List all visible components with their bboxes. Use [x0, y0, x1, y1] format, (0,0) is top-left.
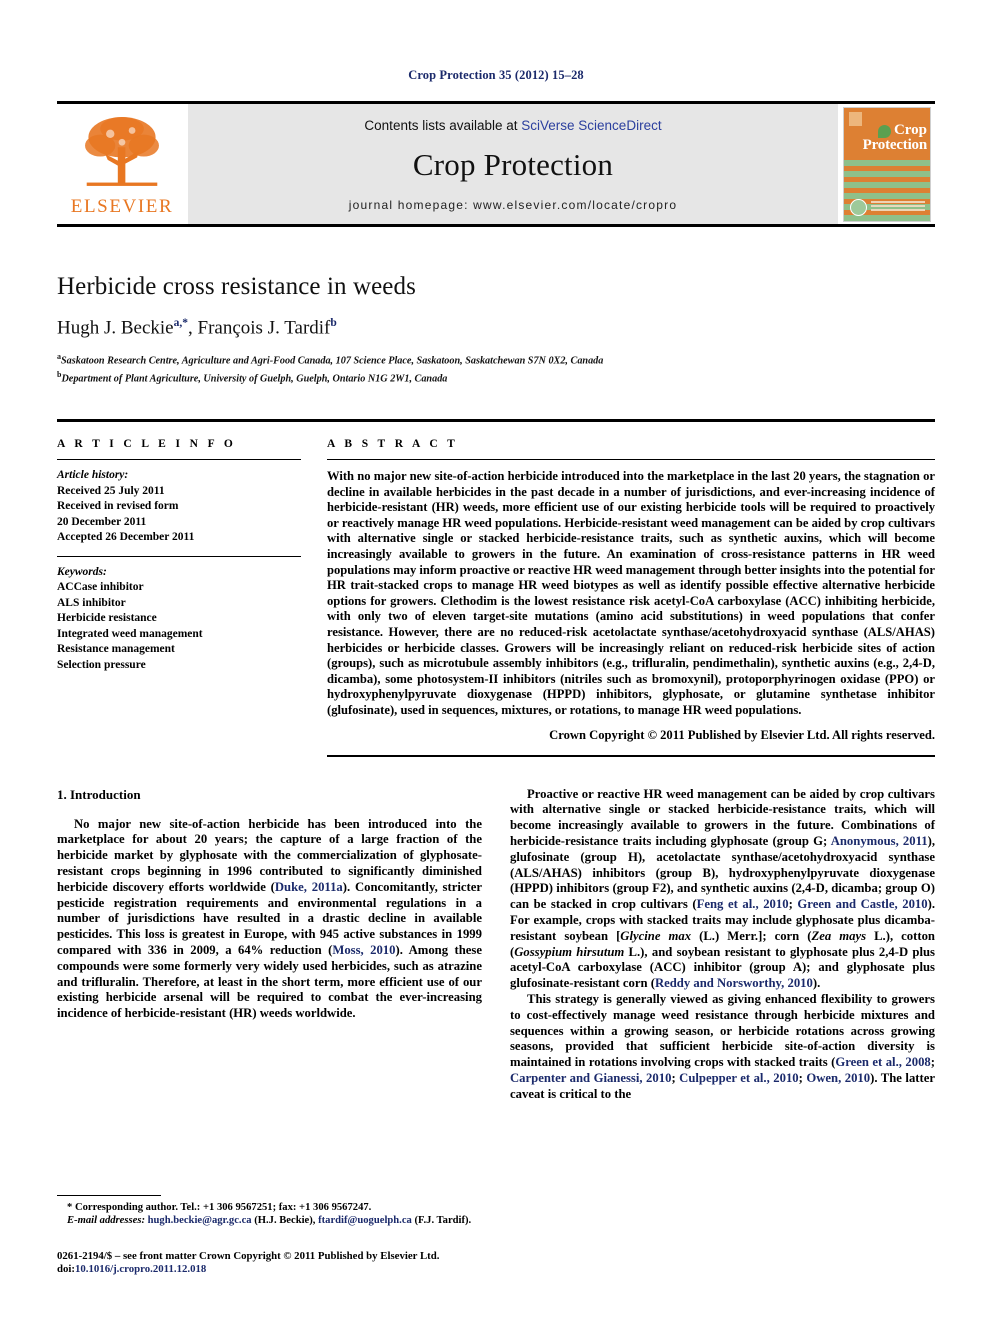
article-info-column: A R T I C L E I N F O Article history: R… [57, 422, 301, 757]
history-item: Received 25 July 2011 [57, 484, 165, 497]
body-column-right: Proactive or reactive HR weed management… [510, 787, 935, 1103]
keywords-group: Keywords: ACCase inhibitor ALS inhibitor… [57, 555, 301, 674]
email-owner-1: (H.J. Beckie), [254, 1215, 316, 1227]
keyword-item: Resistance management [57, 643, 175, 656]
journal-homepage-link[interactable]: journal homepage: www.elsevier.com/locat… [349, 198, 677, 212]
abstract-column: A B S T R A C T With no major new site-o… [327, 422, 935, 757]
author-2: , François J. Tardif [188, 317, 331, 339]
keyword-item: Integrated weed management [57, 627, 203, 640]
contents-prefix: Contents lists available at [364, 118, 522, 133]
sciencedirect-link[interactable]: SciVerse ScienceDirect [521, 118, 661, 133]
author-1: Hugh J. Beckie [57, 317, 174, 339]
body-columns: 1. Introduction No major new site-of-act… [57, 787, 935, 1103]
author-1-marks: a,* [173, 317, 188, 329]
history-item: Accepted 26 December 2011 [57, 531, 195, 544]
affiliation-a: aSaskatoon Research Centre, Agriculture … [57, 352, 604, 367]
doi-label: doi: [57, 1263, 75, 1276]
paragraph: No major new site-of-action herbicide ha… [57, 816, 482, 1021]
keyword-item: ALS inhibitor [57, 596, 126, 609]
cover-title: Crop Protection [844, 121, 928, 153]
keyword-item: Selection pressure [57, 658, 146, 671]
title-block: Herbicide cross resistance in weeds Hugh… [57, 273, 935, 385]
article-history-group: Article history: Received 25 July 2011 R… [57, 460, 301, 556]
journal-cover-thumbnail: Crop Protection [839, 104, 935, 224]
elsevier-logo: ELSEVIER [57, 104, 187, 224]
email-note: E-mail addresses: hugh.beckie@agr.gc.ca … [57, 1214, 491, 1227]
corresponding-author-text: * Corresponding author. Tel.: +1 306 956… [67, 1202, 372, 1213]
email-link-2[interactable]: ftardif@uoguelph.ca [318, 1215, 412, 1226]
cover-footer-lines [871, 201, 925, 213]
keyword-item: Herbicide resistance [57, 612, 157, 625]
history-item: Received in revised form [57, 500, 179, 513]
footnote-rule [57, 1195, 161, 1196]
corresponding-author-note: * Corresponding author. Tel.: +1 306 956… [57, 1201, 491, 1214]
keywords-label: Keywords: [57, 565, 107, 578]
banner-center: Contents lists available at SciVerse Sci… [187, 104, 839, 224]
cover-art: Crop Protection [843, 106, 931, 222]
cover-globe-icon [850, 198, 867, 216]
page-title: Herbicide cross resistance in weeds [57, 273, 416, 300]
email-addresses-label: E-mail addresses: [67, 1215, 145, 1227]
info-abstract-section: A R T I C L E I N F O Article history: R… [57, 419, 935, 757]
email-link-1[interactable]: hugh.beckie@agr.gc.ca [148, 1215, 252, 1226]
affiliation-b-text: Department of Plant Agriculture, Univers… [61, 373, 448, 385]
paragraph: This strategy is generally viewed as giv… [510, 991, 935, 1101]
contents-available-line: Contents lists available at SciVerse Sci… [364, 118, 661, 133]
elsevier-tree-icon [85, 117, 159, 186]
article-info-heading: A R T I C L E I N F O [57, 438, 237, 451]
cover-title-line2: Protection [862, 136, 928, 153]
abstract-bottom-rule [327, 754, 935, 757]
cover-footer [850, 198, 925, 216]
body-column-left: 1. Introduction No major new site-of-act… [57, 787, 482, 1103]
journal-banner: ELSEVIER Contents lists available at Sci… [57, 101, 935, 227]
abstract-text: With no major new site-of-action herbici… [327, 469, 935, 718]
doi-link[interactable]: 10.1016/j.cropro.2011.12.018 [75, 1263, 206, 1275]
author-2-marks: b [330, 317, 337, 329]
affiliation-b: bDepartment of Plant Agriculture, Univer… [57, 369, 448, 385]
abstract-copyright: Crown Copyright © 2011 Published by Else… [549, 727, 935, 742]
issn-block: 0261-2194/$ – see front matter Crown Cop… [57, 1250, 491, 1277]
keyword-item: ACCase inhibitor [57, 581, 144, 594]
running-head: Crop Protection 35 (2012) 15–28 [408, 68, 584, 82]
author-list: Hugh J. Beckiea,*, François J. Tardifb [57, 317, 935, 339]
paragraph: Proactive or reactive HR weed management… [510, 786, 936, 991]
article-history-label: Article history: [57, 469, 129, 482]
footnote-block: * Corresponding author. Tel.: +1 306 956… [57, 1195, 491, 1277]
section-heading-introduction: 1. Introduction [57, 786, 141, 802]
doi-line: doi:10.1016/j.cropro.2011.12.018 [57, 1263, 491, 1277]
journal-title: Crop Protection [412, 147, 614, 182]
elsevier-wordmark: ELSEVIER [70, 196, 174, 217]
paper-page: Crop Protection 35 (2012) 15–28 ELSEVIER… [0, 0, 992, 1323]
abstract-heading: A B S T R A C T [327, 438, 459, 451]
issn-copyright-line: 0261-2194/$ – see front matter Crown Cop… [57, 1249, 440, 1262]
cover-title-line1: Crop [893, 121, 927, 138]
email-owner-2: (F.J. Tardif). [414, 1215, 472, 1227]
affiliation-a-text: Saskatoon Research Centre, Agriculture a… [61, 355, 604, 367]
history-item: 20 December 2011 [57, 515, 147, 528]
